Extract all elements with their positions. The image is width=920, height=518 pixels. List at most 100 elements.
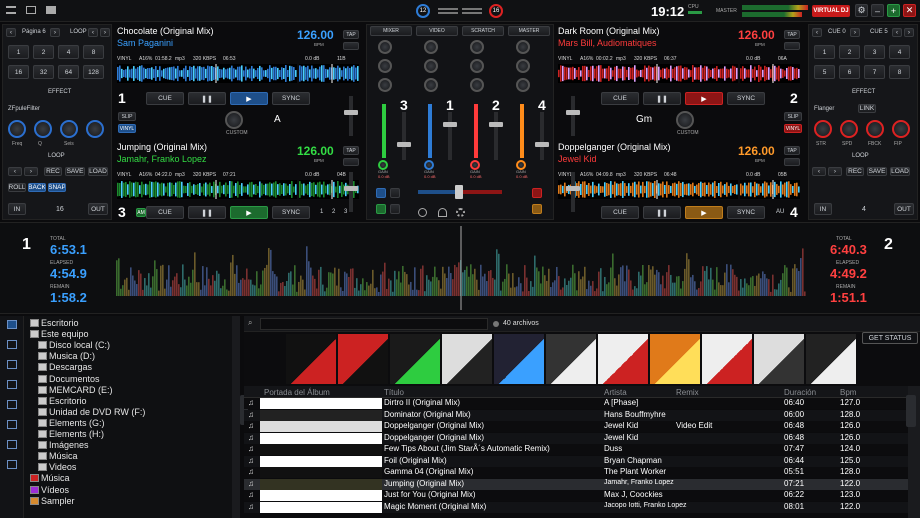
search-input[interactable]	[260, 318, 488, 330]
left-effect-knob[interactable]	[60, 120, 78, 138]
deck1-waveform[interactable]	[117, 64, 297, 83]
deck3-sync-button[interactable]: SYNC	[272, 206, 310, 219]
folder-item[interactable]: Videos	[38, 462, 76, 472]
browser-back-icon[interactable]	[7, 400, 17, 409]
mixer-volume-handle[interactable]	[443, 122, 457, 127]
deck1-tap-button[interactable]: TAP	[343, 30, 359, 39]
folder-item[interactable]: Escritorio	[38, 396, 87, 406]
mixer-eq-knob[interactable]	[516, 78, 530, 92]
deck3-am-button[interactable]: AM	[136, 208, 146, 217]
column-head[interactable]: Artista	[604, 388, 627, 397]
right-rec-button[interactable]: REC	[846, 167, 864, 176]
folder-item[interactable]: Este equipo	[30, 329, 89, 339]
folder-item[interactable]: MEMCARD (E:)	[38, 385, 113, 395]
right-effect-knob[interactable]	[892, 120, 910, 138]
get-status-button[interactable]: GET STATUS	[862, 332, 918, 344]
mixer-eq-knob[interactable]	[470, 78, 484, 92]
mixer-tab-mixer[interactable]: MIXER	[370, 26, 412, 36]
right-cue2-prev[interactable]: ‹	[892, 28, 902, 37]
table-row[interactable]: ♫ Few Tips About (Jim StarÃ´s Automatic R…	[244, 444, 908, 455]
left-loop-button[interactable]: 8	[83, 45, 104, 59]
left-loop-button[interactable]: 128	[83, 65, 104, 79]
deck3-pitch-button[interactable]	[343, 158, 359, 166]
deck4-pitch-handle[interactable]	[566, 186, 580, 191]
folder-item[interactable]: Disco local (C:)	[38, 340, 110, 350]
deck1-pitch-handle[interactable]	[344, 110, 358, 115]
mixer-volume-fader[interactable]	[448, 112, 452, 160]
settings-button[interactable]: ⚙	[855, 4, 868, 17]
mixer-eq-knob[interactable]	[424, 40, 438, 54]
mixer-eq-knob[interactable]	[470, 59, 484, 73]
mixer-eq-knob[interactable]	[378, 40, 392, 54]
right-save-button[interactable]: SAVE	[867, 167, 887, 176]
mixer-eq-knob[interactable]	[516, 59, 530, 73]
right-cue-button[interactable]: 3	[864, 45, 885, 59]
left-loop-button[interactable]: 2	[33, 45, 54, 59]
left-save-button[interactable]: SAVE	[65, 167, 85, 176]
deck4-play-button[interactable]: ▶	[685, 206, 723, 219]
maximize-button[interactable]: +	[887, 4, 900, 17]
deck4-pitch-fader[interactable]	[571, 172, 575, 212]
mixer-tab-master[interactable]: MASTER	[508, 26, 550, 36]
folder-item[interactable]: Escritorio	[30, 318, 79, 328]
layout-icon[interactable]	[46, 6, 56, 14]
deck1-cue-button[interactable]: CUE	[146, 92, 184, 105]
deck2-tap-button[interactable]: TAP	[784, 30, 800, 39]
deck4-sync-button[interactable]: SYNC	[727, 206, 765, 219]
deck-assign-button[interactable]	[390, 188, 400, 198]
right-cue-next[interactable]: ›	[850, 28, 860, 37]
deck2-custom-knob[interactable]	[676, 111, 694, 129]
right-cue-button[interactable]: 7	[864, 65, 885, 79]
browser-sampler-icon[interactable]	[7, 380, 17, 389]
right-effect-knob[interactable]	[840, 120, 858, 138]
deck2-vinyl-button[interactable]: VINYL	[784, 124, 802, 133]
overview-waveform[interactable]	[116, 226, 806, 310]
mixer-eq-knob[interactable]	[378, 59, 392, 73]
deck-left-indicator[interactable]: 12	[416, 4, 430, 18]
deck3-cue-button[interactable]: CUE	[146, 206, 184, 219]
deck2-pitch-fader[interactable]	[571, 96, 575, 136]
right-cue-prev[interactable]: ‹	[812, 28, 822, 37]
table-row[interactable]: ♫ Just for You (Original Mix) Max J, Coock…	[244, 490, 908, 501]
left-loop-button[interactable]: 4	[58, 45, 79, 59]
left-loop-button[interactable]: 64	[58, 65, 79, 79]
deck3-play-button[interactable]: ▶	[230, 206, 268, 219]
deck1-custom-knob[interactable]	[225, 111, 243, 129]
table-row[interactable]: ♫ Dirtro II (Original Mix) A [Phase] 06:40 1…	[244, 398, 908, 409]
deck3-pitch-handle[interactable]	[344, 186, 358, 191]
album-cover[interactable]	[390, 334, 440, 384]
window-icon[interactable]	[26, 6, 36, 14]
deck2-play-button[interactable]: ▶	[685, 92, 723, 105]
right-effect-name[interactable]: Flanger	[814, 106, 834, 112]
table-row[interactable]: ♫ Gamma 04 (Original Mix) The Plant Worker…	[244, 467, 908, 478]
deck3-tap-button[interactable]: TAP	[343, 146, 359, 155]
album-cover[interactable]	[702, 334, 752, 384]
album-cover[interactable]	[546, 334, 596, 384]
right-cue-button[interactable]: 4	[889, 45, 910, 59]
right-cue-button[interactable]: 1	[814, 45, 835, 59]
deck2-pause-button[interactable]: ❚❚	[643, 92, 681, 105]
left-loop-button[interactable]: 16	[8, 65, 29, 79]
album-cover[interactable]	[494, 334, 544, 384]
deck3-waveform[interactable]	[117, 180, 297, 199]
deck1-pitch-fader[interactable]	[349, 96, 353, 136]
folder-item[interactable]: Música	[30, 473, 70, 483]
deck-right-indicator[interactable]: 16	[489, 4, 503, 18]
mixer-volume-handle[interactable]	[535, 142, 549, 147]
deck1-vinyl-button[interactable]: VINYL	[118, 124, 136, 133]
folder-item[interactable]: Vídeos	[30, 485, 69, 495]
right-cue2-next[interactable]: ›	[904, 28, 914, 37]
left-out-button[interactable]: OUT	[88, 203, 108, 215]
deck-assign-button[interactable]	[376, 204, 386, 214]
left-roll-button[interactable]: ROLL	[8, 183, 26, 192]
left-page-prev[interactable]: ‹	[6, 28, 16, 37]
left-loop-next[interactable]: ›	[100, 28, 110, 37]
deck1-slip-button[interactable]: SLIP	[118, 112, 136, 121]
folder-item[interactable]: Unidad de DVD RW (F:)	[38, 407, 145, 417]
deck4-pitch-button[interactable]	[784, 158, 800, 166]
table-row[interactable]: ♫ Foil (Original Mix) Bryan Chapman 06:44 12…	[244, 455, 908, 467]
deck2-pitch-handle[interactable]	[566, 110, 580, 115]
deck1-pitch-button[interactable]	[343, 42, 359, 50]
deck1-waveform-zoom[interactable]	[299, 64, 359, 83]
folder-item[interactable]: Elements (H:)	[38, 429, 104, 439]
